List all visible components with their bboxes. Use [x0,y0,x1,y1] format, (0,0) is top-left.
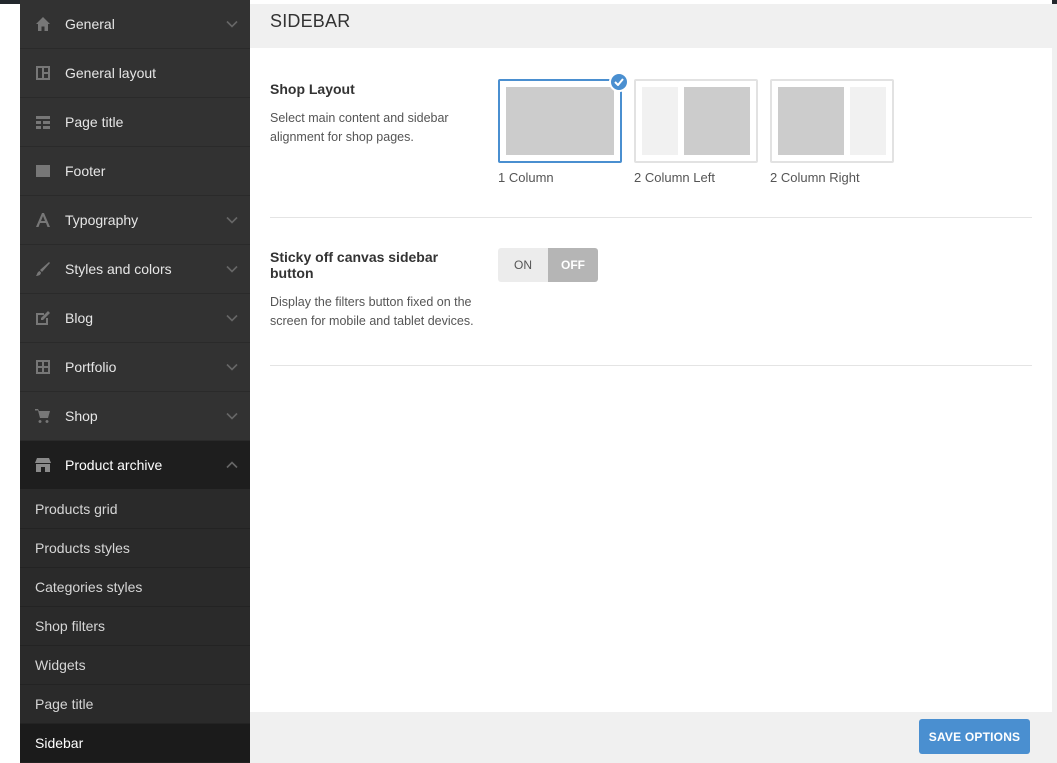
chevron-down-icon [214,363,250,371]
sidebar-item-typography[interactable]: Typography [20,196,250,245]
sidebar-item-label: General layout [65,65,157,81]
layout-option-1-column[interactable]: 1 Column [498,72,629,185]
layout-option-label: 2 Column Left [634,170,715,185]
sticky-button-title: Sticky off canvas sidebar button [270,249,439,281]
chevron-down-icon [214,412,250,420]
sidebar-item-shop[interactable]: Shop [20,392,250,441]
sidebar-item-styles-and-colors[interactable]: Styles and colors [20,245,250,294]
chevron-down-icon [214,265,250,273]
sidebar-item-label: Portfolio [65,359,117,375]
sidebar-item-footer[interactable]: Footer [20,147,250,196]
layout-option-2-column-left[interactable]: 2 Column Left [634,79,758,185]
edit-icon [20,310,65,326]
chevron-up-icon [214,461,250,469]
sidebar-item-general[interactable]: General [20,0,250,49]
sidebar-block [642,87,678,155]
sticky-button-row: Sticky off canvas sidebar button Display… [270,218,1032,366]
sticky-button-toggle[interactable]: ON OFF [498,248,598,282]
submenu-item-shop-filters[interactable]: Shop filters [20,607,250,646]
toggle-on-button[interactable]: ON [498,248,548,282]
chevron-down-icon [214,314,250,322]
title-icon [20,114,65,130]
toggle-off-button[interactable]: OFF [548,248,598,282]
layout-thumb-2-column-right[interactable] [770,79,894,163]
sidebar-item-label: General [65,16,115,32]
main-content-block [778,87,844,155]
layout-options: 1 Column 2 Column Left 2 Column Right [498,72,894,185]
left-gutter [0,4,20,763]
sidebar-item-label: Page title [65,114,124,130]
submenu-item-page-title[interactable]: Page title [20,685,250,724]
submenu-item-sidebar[interactable]: Sidebar [20,724,250,763]
typography-icon [20,212,65,228]
chevron-down-icon [214,216,250,224]
right-edge [1052,4,1057,763]
sidebar-item-label: Footer [65,163,106,179]
cart-icon [20,408,65,424]
sidebar-item-general-layout[interactable]: General layout [20,49,250,98]
layout-option-label: 2 Column Right [770,170,860,185]
product-archive-submenu: Products grid Products styles Categories… [20,490,250,763]
sidebar-item-label: Typography [65,212,139,228]
sidebar-item-label: Shop [65,408,98,424]
save-options-button[interactable]: SAVE OPTIONS [919,719,1030,754]
layout-thumb-1-column[interactable] [498,72,629,163]
main-content-block [506,87,614,155]
sidebar-item-portfolio[interactable]: Portfolio [20,343,250,392]
layout-thumb-2-column-left[interactable] [634,79,758,163]
sidebar-item-label: Styles and colors [65,261,172,277]
options-sidebar: General General layout Page title Footer… [20,0,250,763]
shop-layout-row: Shop Layout Select main content and side… [270,72,1032,218]
sidebar-item-blog[interactable]: Blog [20,294,250,343]
main-content-block [684,87,750,155]
layout-option-2-column-right[interactable]: 2 Column Right [770,79,894,185]
sidebar-item-page-title[interactable]: Page title [20,98,250,147]
shop-layout-description: Select main content and sidebar alignmen… [270,111,449,144]
sidebar-block [850,87,886,155]
submenu-item-products-grid[interactable]: Products grid [20,490,250,529]
shop-layout-label-block: Shop Layout Select main content and side… [270,81,480,147]
chevron-down-icon [214,20,250,28]
sidebar-item-label: Product archive [65,457,163,473]
sidebar-item-product-archive[interactable]: Product archive [20,441,250,490]
store-icon [20,457,65,473]
footer-icon [20,163,65,179]
section-header: SIDEBAR [250,4,1052,48]
sticky-button-label-block: Sticky off canvas sidebar button Display… [270,249,480,331]
layout-icon [20,65,65,81]
page-title: SIDEBAR [270,11,351,31]
sticky-button-description: Display the filters button fixed on the … [270,295,474,328]
home-icon [20,16,65,32]
options-panel: SIDEBAR Shop Layout Select main content … [250,0,1052,763]
sidebar-item-label: Blog [65,310,94,326]
layout-option-label: 1 Column [498,170,554,185]
options-footer: SAVE OPTIONS [250,712,1052,763]
submenu-item-categories-styles[interactable]: Categories styles [20,568,250,607]
brush-icon [20,261,65,277]
submenu-item-products-styles[interactable]: Products styles [20,529,250,568]
check-icon [609,72,629,92]
shop-layout-title: Shop Layout [270,81,355,97]
submenu-item-widgets[interactable]: Widgets [20,646,250,685]
grid-icon [20,359,65,375]
